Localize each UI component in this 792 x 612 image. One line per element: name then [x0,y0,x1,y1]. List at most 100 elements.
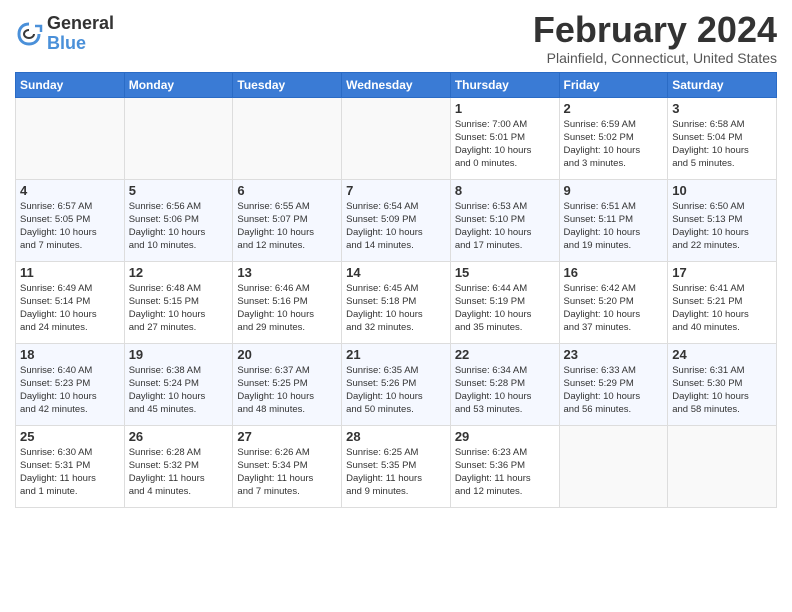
calendar-cell: 21 Sunrise: 6:35 AM Sunset: 5:26 PM Dayli… [342,343,451,425]
day-number: 17 [672,265,772,280]
calendar-cell [233,97,342,179]
weekday-header-thursday: Thursday [450,72,559,97]
day-number: 3 [672,101,772,116]
calendar-cell [342,97,451,179]
calendar-cell: 22Sunrise: 6:34 AM Sunset: 5:28 PM Dayli… [450,343,559,425]
day-info: Sunrise: 6:50 AM Sunset: 5:13 PM Dayligh… [672,200,772,253]
calendar-cell: 28 Sunrise: 6:25 AM Sunset: 5:35 PM Dayli… [342,425,451,507]
day-number: 22 [455,347,555,362]
day-info: Sunrise: 6:57 AM Sunset: 5:05 PM Dayligh… [20,200,120,253]
day-info: Sunrise: 6:35 AM Sunset: 5:26 PM Dayligh… [346,364,446,417]
title-block: February 2024 Plainfield, Connecticut, U… [533,10,777,66]
logo-general: General [47,14,114,34]
weekday-header-wednesday: Wednesday [342,72,451,97]
day-info: Sunrise: 6:37 AM Sunset: 5:25 PM Dayligh… [237,364,337,417]
day-info: Sunrise: 6:31 AM Sunset: 5:30 PM Dayligh… [672,364,772,417]
calendar-week-5: 25 Sunrise: 6:30 AM Sunset: 5:31 PM Dayli… [16,425,777,507]
calendar-cell: 9 Sunrise: 6:51 AM Sunset: 5:11 PM Daylig… [559,179,668,261]
day-info: Sunrise: 6:53 AM Sunset: 5:10 PM Dayligh… [455,200,555,253]
calendar-cell: 14Sunrise: 6:45 AM Sunset: 5:18 PM Dayli… [342,261,451,343]
calendar-cell: 1Sunrise: 7:00 AM Sunset: 5:01 PM Daylig… [450,97,559,179]
day-info: Sunrise: 6:40 AM Sunset: 5:23 PM Dayligh… [20,364,120,417]
calendar-cell: 15 Sunrise: 6:44 AM Sunset: 5:19 PM Dayli… [450,261,559,343]
weekday-header-friday: Friday [559,72,668,97]
calendar: SundayMondayTuesdayWednesdayThursdayFrid… [15,72,777,508]
day-number: 16 [564,265,664,280]
day-number: 6 [237,183,337,198]
header: General Blue February 2024 Plainfield, C… [15,10,777,66]
calendar-cell: 3 Sunrise: 6:58 AM Sunset: 5:04 PM Daylig… [668,97,777,179]
day-info: Sunrise: 6:33 AM Sunset: 5:29 PM Dayligh… [564,364,664,417]
day-info: Sunrise: 6:56 AM Sunset: 5:06 PM Dayligh… [129,200,229,253]
day-info: Sunrise: 6:42 AM Sunset: 5:20 PM Dayligh… [564,282,664,335]
calendar-week-3: 11Sunrise: 6:49 AM Sunset: 5:14 PM Dayli… [16,261,777,343]
logo-icon [15,20,43,48]
month-title: February 2024 [533,10,777,50]
day-info: Sunrise: 6:30 AM Sunset: 5:31 PM Dayligh… [20,446,120,499]
calendar-cell: 27 Sunrise: 6:26 AM Sunset: 5:34 PM Dayli… [233,425,342,507]
day-info: Sunrise: 6:38 AM Sunset: 5:24 PM Dayligh… [129,364,229,417]
day-number: 19 [129,347,229,362]
day-number: 13 [237,265,337,280]
day-number: 14 [346,265,446,280]
day-info: Sunrise: 6:58 AM Sunset: 5:04 PM Dayligh… [672,118,772,171]
calendar-week-2: 4 Sunrise: 6:57 AM Sunset: 5:05 PM Daylig… [16,179,777,261]
calendar-cell: 7Sunrise: 6:54 AM Sunset: 5:09 PM Daylig… [342,179,451,261]
calendar-week-4: 18 Sunrise: 6:40 AM Sunset: 5:23 PM Dayli… [16,343,777,425]
day-number: 5 [129,183,229,198]
day-number: 25 [20,429,120,444]
day-info: Sunrise: 6:49 AM Sunset: 5:14 PM Dayligh… [20,282,120,335]
calendar-cell: 20 Sunrise: 6:37 AM Sunset: 5:25 PM Dayli… [233,343,342,425]
logo-blue: Blue [47,34,114,54]
calendar-cell: 26 Sunrise: 6:28 AM Sunset: 5:32 PM Dayli… [124,425,233,507]
logo-text: General Blue [47,14,114,54]
calendar-cell: 25 Sunrise: 6:30 AM Sunset: 5:31 PM Dayli… [16,425,125,507]
calendar-cell: 8 Sunrise: 6:53 AM Sunset: 5:10 PM Daylig… [450,179,559,261]
page-container: General Blue February 2024 Plainfield, C… [0,0,792,513]
day-number: 4 [20,183,120,198]
day-info: Sunrise: 6:41 AM Sunset: 5:21 PM Dayligh… [672,282,772,335]
calendar-cell: 13 Sunrise: 6:46 AM Sunset: 5:16 PM Dayli… [233,261,342,343]
day-number: 9 [564,183,664,198]
calendar-cell: 16 Sunrise: 6:42 AM Sunset: 5:20 PM Dayli… [559,261,668,343]
day-number: 8 [455,183,555,198]
day-info: Sunrise: 6:28 AM Sunset: 5:32 PM Dayligh… [129,446,229,499]
day-number: 20 [237,347,337,362]
day-number: 2 [564,101,664,116]
weekday-header-row: SundayMondayTuesdayWednesdayThursdayFrid… [16,72,777,97]
calendar-cell [16,97,125,179]
day-info: Sunrise: 6:51 AM Sunset: 5:11 PM Dayligh… [564,200,664,253]
calendar-cell: 5 Sunrise: 6:56 AM Sunset: 5:06 PM Daylig… [124,179,233,261]
day-number: 12 [129,265,229,280]
day-number: 18 [20,347,120,362]
calendar-cell: 23 Sunrise: 6:33 AM Sunset: 5:29 PM Dayli… [559,343,668,425]
calendar-cell: 11Sunrise: 6:49 AM Sunset: 5:14 PM Dayli… [16,261,125,343]
day-info: Sunrise: 6:46 AM Sunset: 5:16 PM Dayligh… [237,282,337,335]
weekday-header-sunday: Sunday [16,72,125,97]
day-info: Sunrise: 7:00 AM Sunset: 5:01 PM Dayligh… [455,118,555,171]
day-info: Sunrise: 6:44 AM Sunset: 5:19 PM Dayligh… [455,282,555,335]
calendar-cell: 18 Sunrise: 6:40 AM Sunset: 5:23 PM Dayli… [16,343,125,425]
day-number: 15 [455,265,555,280]
day-info: Sunrise: 6:48 AM Sunset: 5:15 PM Dayligh… [129,282,229,335]
calendar-cell: 10 Sunrise: 6:50 AM Sunset: 5:13 PM Dayli… [668,179,777,261]
day-number: 23 [564,347,664,362]
calendar-cell: 6Sunrise: 6:55 AM Sunset: 5:07 PM Daylig… [233,179,342,261]
day-info: Sunrise: 6:54 AM Sunset: 5:09 PM Dayligh… [346,200,446,253]
day-number: 10 [672,183,772,198]
calendar-cell: 4 Sunrise: 6:57 AM Sunset: 5:05 PM Daylig… [16,179,125,261]
logo: General Blue [15,14,114,54]
day-number: 28 [346,429,446,444]
day-number: 21 [346,347,446,362]
location: Plainfield, Connecticut, United States [533,50,777,66]
day-number: 26 [129,429,229,444]
day-info: Sunrise: 6:25 AM Sunset: 5:35 PM Dayligh… [346,446,446,499]
day-number: 27 [237,429,337,444]
weekday-header-saturday: Saturday [668,72,777,97]
day-info: Sunrise: 6:26 AM Sunset: 5:34 PM Dayligh… [237,446,337,499]
weekday-header-tuesday: Tuesday [233,72,342,97]
calendar-cell: 12 Sunrise: 6:48 AM Sunset: 5:15 PM Dayli… [124,261,233,343]
calendar-week-1: 1Sunrise: 7:00 AM Sunset: 5:01 PM Daylig… [16,97,777,179]
calendar-cell: 29Sunrise: 6:23 AM Sunset: 5:36 PM Dayli… [450,425,559,507]
day-number: 24 [672,347,772,362]
